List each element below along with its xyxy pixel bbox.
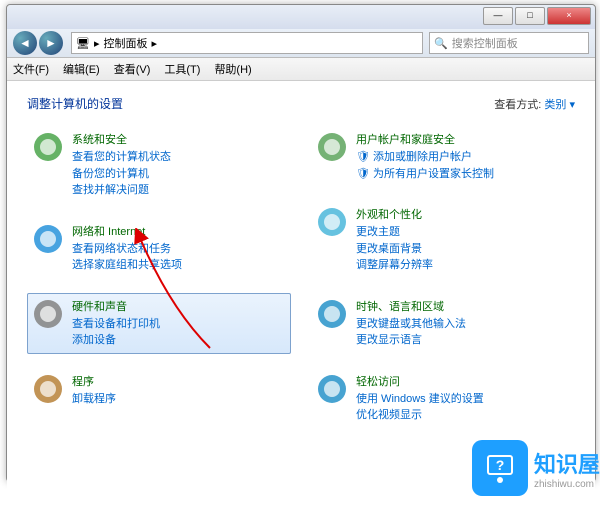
- category-columns: 系统和安全查看您的计算机状态备份您的计算机查找并解决问题网络和 Internet…: [27, 126, 575, 443]
- category-link[interactable]: 查找并解决问题: [72, 182, 171, 199]
- category-link[interactable]: 查看设备和打印机: [72, 316, 160, 333]
- category-title[interactable]: 用户帐户和家庭安全: [356, 131, 494, 147]
- breadcrumb-sep: ▸: [94, 37, 100, 50]
- back-button[interactable]: ◄: [13, 31, 37, 55]
- content-header: 调整计算机的设置 查看方式: 类别 ▾: [27, 95, 575, 112]
- view-dropdown[interactable]: 类别 ▾: [544, 99, 575, 111]
- category-appearance: 外观和个性化更改主题更改桌面背景调整屏幕分辨率: [311, 201, 575, 279]
- category-link[interactable]: 查看您的计算机状态: [72, 149, 171, 166]
- category-link[interactable]: 更改桌面背景: [356, 241, 433, 258]
- category-link[interactable]: 🛡 为所有用户设置家长控制: [356, 166, 494, 183]
- category-link[interactable]: 更改显示语言: [356, 332, 466, 349]
- category-programs: 程序卸载程序: [27, 368, 291, 413]
- menu-edit[interactable]: 编辑(E): [63, 61, 100, 77]
- category-link[interactable]: 更改键盘或其他输入法: [356, 316, 466, 333]
- search-input[interactable]: 🔍 搜索控制面板: [429, 32, 589, 54]
- network-icon: [32, 223, 64, 255]
- watermark-badge: ? 知识屋 zhishiwu.com: [472, 440, 600, 496]
- category-link[interactable]: 更改主题: [356, 224, 433, 241]
- category-title[interactable]: 网络和 Internet: [72, 223, 182, 239]
- badge-url: zhishiwu.com: [534, 479, 600, 490]
- window: — □ × ◄ ► 🖥 ▸ 控制面板 ▸ 🔍 搜索控制面板 文件(F) 编辑(E…: [6, 4, 596, 482]
- category-link[interactable]: 优化视频显示: [356, 407, 484, 424]
- badge-text: 知识屋 zhishiwu.com: [534, 447, 600, 490]
- menu-view[interactable]: 查看(V): [114, 61, 151, 77]
- left-column: 系统和安全查看您的计算机状态备份您的计算机查找并解决问题网络和 Internet…: [27, 126, 291, 443]
- menubar: 文件(F) 编辑(E) 查看(V) 工具(T) 帮助(H): [7, 58, 595, 81]
- category-title[interactable]: 时钟、语言和区域: [356, 298, 466, 314]
- category-access: 轻松访问使用 Windows 建议的设置优化视频显示: [311, 368, 575, 429]
- hardware-icon: [32, 298, 64, 330]
- right-column: 用户帐户和家庭安全🛡 添加或删除用户帐户🛡 为所有用户设置家长控制外观和个性化更…: [311, 126, 575, 443]
- category-hardware: 硬件和声音查看设备和打印机添加设备: [27, 293, 291, 354]
- access-icon: [316, 373, 348, 405]
- badge-icon: ?: [472, 440, 528, 496]
- programs-icon: [32, 373, 64, 405]
- category-title[interactable]: 外观和个性化: [356, 206, 433, 222]
- close-button[interactable]: ×: [547, 7, 591, 25]
- window-controls: — □ ×: [481, 7, 591, 25]
- search-placeholder: 搜索控制面板: [452, 35, 518, 51]
- minimize-button[interactable]: —: [483, 7, 513, 25]
- page-title: 调整计算机的设置: [27, 95, 123, 112]
- category-link[interactable]: 卸载程序: [72, 391, 116, 408]
- category-link[interactable]: 添加设备: [72, 332, 160, 349]
- category-shield: 系统和安全查看您的计算机状态备份您的计算机查找并解决问题: [27, 126, 291, 204]
- svg-text:?: ?: [496, 457, 505, 473]
- category-clock: 时钟、语言和区域更改键盘或其他输入法更改显示语言: [311, 293, 575, 354]
- titlebar: — □ ×: [7, 5, 595, 29]
- menu-tools[interactable]: 工具(T): [164, 61, 200, 77]
- search-icon: 🔍: [434, 37, 448, 50]
- category-title[interactable]: 硬件和声音: [72, 298, 160, 314]
- category-title[interactable]: 轻松访问: [356, 373, 484, 389]
- category-link[interactable]: 调整屏幕分辨率: [356, 257, 433, 274]
- view-label: 查看方式:: [494, 99, 541, 111]
- appearance-icon: [316, 206, 348, 238]
- address-bar: ◄ ► 🖥 ▸ 控制面板 ▸ 🔍 搜索控制面板: [7, 29, 595, 58]
- computer-icon: 🖥: [76, 37, 90, 50]
- category-link[interactable]: 使用 Windows 建议的设置: [356, 391, 484, 408]
- category-link[interactable]: 备份您的计算机: [72, 166, 171, 183]
- clock-icon: [316, 298, 348, 330]
- category-network: 网络和 Internet 查看网络状态和任务选择家庭组和共享选项: [27, 218, 291, 279]
- forward-button[interactable]: ►: [39, 31, 63, 55]
- view-mode: 查看方式: 类别 ▾: [494, 96, 575, 112]
- breadcrumb-text: 控制面板: [104, 35, 148, 51]
- shield-icon: [32, 131, 64, 163]
- category-title[interactable]: 系统和安全: [72, 131, 171, 147]
- category-link[interactable]: 🛡 添加或删除用户帐户: [356, 149, 494, 166]
- category-title[interactable]: 程序: [72, 373, 116, 389]
- category-link[interactable]: 查看网络状态和任务: [72, 241, 182, 258]
- menu-help[interactable]: 帮助(H): [214, 61, 251, 77]
- badge-name: 知识屋: [534, 447, 600, 479]
- menu-file[interactable]: 文件(F): [13, 61, 49, 77]
- breadcrumb[interactable]: 🖥 ▸ 控制面板 ▸: [71, 32, 423, 54]
- breadcrumb-sep: ▸: [152, 37, 158, 50]
- users-icon: [316, 131, 348, 163]
- category-users: 用户帐户和家庭安全 🛡 添加或删除用户帐户🛡 为所有用户设置家长控制: [311, 126, 575, 187]
- maximize-button[interactable]: □: [515, 7, 545, 25]
- category-link[interactable]: 选择家庭组和共享选项: [72, 257, 182, 274]
